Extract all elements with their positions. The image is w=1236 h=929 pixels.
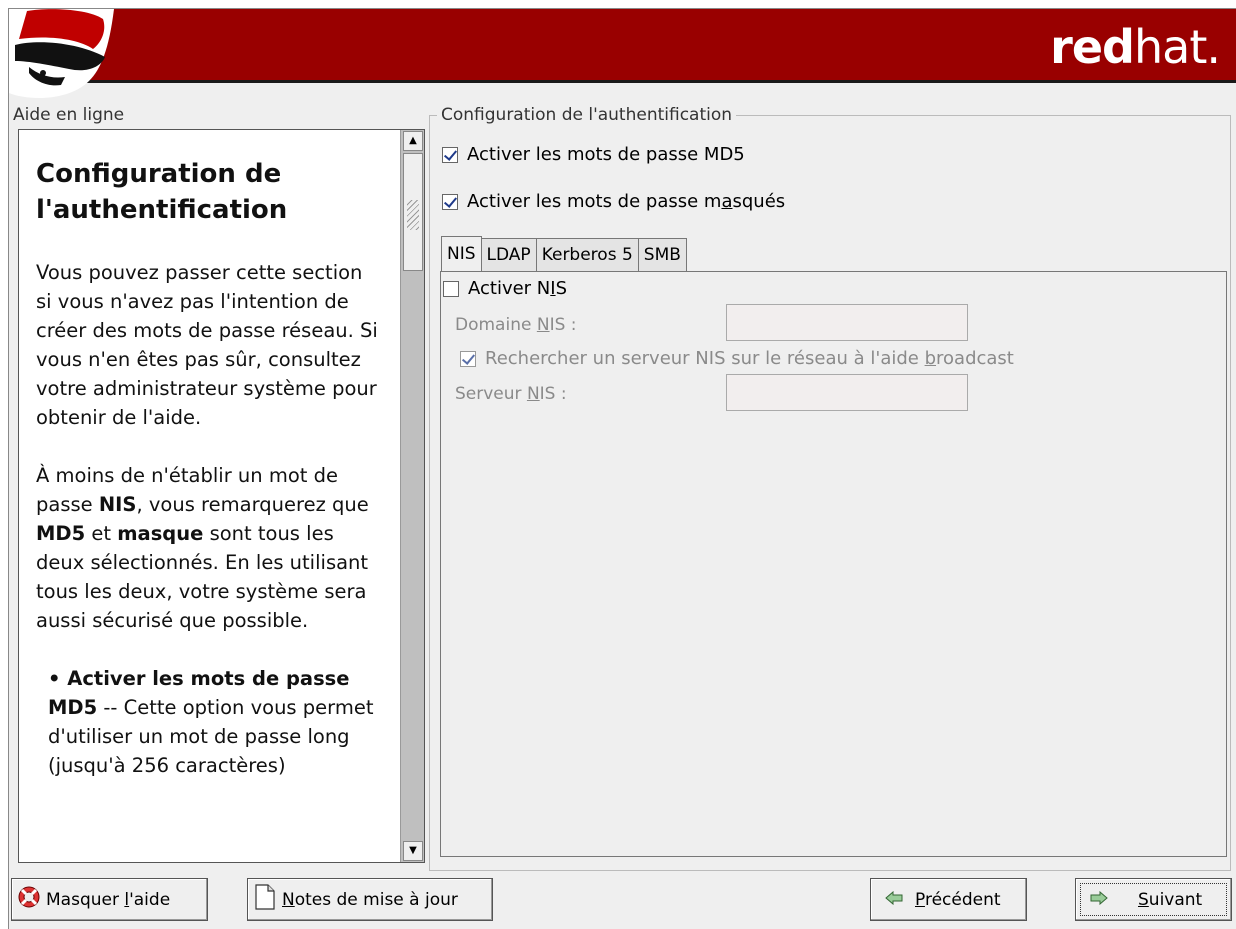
- document-icon: [254, 884, 276, 915]
- help-bullet-md5: • Activer les mots de passe MD5 -- Cette…: [48, 667, 374, 777]
- help-content: Configuration de l'authentification Vous…: [19, 130, 394, 862]
- help-panel: Configuration de l'authentification Vous…: [18, 129, 425, 863]
- scroll-up-button[interactable]: ▲: [403, 131, 423, 151]
- nis-server-input[interactable]: [726, 374, 968, 411]
- nis-enable-checkbox[interactable]: [443, 280, 459, 297]
- md5-checkbox[interactable]: [442, 146, 458, 163]
- nis-server-label: Serveur NIS :: [455, 384, 567, 404]
- scroll-down-button[interactable]: ▼: [403, 841, 423, 861]
- release-notes-label: Notes de mise à jour: [282, 889, 458, 910]
- focus-ring: [1080, 883, 1227, 916]
- md5-label: Activer les mots de passe MD5: [467, 144, 745, 165]
- arrow-left-icon: [885, 890, 903, 910]
- nis-enable-label: Activer NIS: [468, 278, 568, 299]
- help-paragraph-2: À moins de n'établir un mot de passe NIS…: [36, 464, 369, 632]
- scroll-thumb[interactable]: [403, 153, 423, 271]
- lifebuoy-icon: [18, 886, 40, 913]
- nis-broadcast-row[interactable]: Rechercher un serveur NIS sur le réseau …: [460, 348, 1014, 369]
- md5-checkbox-row[interactable]: Activer les mots de passe MD5: [442, 144, 745, 165]
- shadow-label: Activer les mots de passe masqués: [467, 191, 786, 212]
- redhat-shadowman-logo: [9, 9, 119, 101]
- hide-help-button[interactable]: Masquer l'aide: [11, 878, 208, 921]
- auth-config-legend: Configuration de l'authentification: [437, 105, 737, 125]
- nis-domain-input[interactable]: [726, 304, 968, 341]
- tab-ldap[interactable]: LDAP: [480, 238, 537, 271]
- shadow-checkbox-row[interactable]: Activer les mots de passe masqués: [442, 191, 785, 212]
- help-title: Configuration de l'authentification: [36, 159, 288, 225]
- release-notes-button[interactable]: Notes de mise à jour: [247, 878, 493, 921]
- back-button[interactable]: Précédent: [870, 878, 1027, 921]
- tab-smb[interactable]: SMB: [637, 238, 687, 271]
- help-paragraph-1: Vous pouvez passer cette section si vous…: [36, 261, 378, 429]
- nis-domain-label: Domaine NIS :: [455, 315, 577, 335]
- tab-nis[interactable]: NIS: [441, 236, 482, 271]
- installer-window: redhat. Aide en ligne Configuration de l…: [8, 8, 1236, 929]
- help-panel-label: Aide en ligne: [13, 105, 125, 125]
- nis-broadcast-checkbox[interactable]: [460, 350, 476, 367]
- back-label: Précédent: [915, 889, 1001, 910]
- nis-broadcast-label: Rechercher un serveur NIS sur le réseau …: [485, 348, 1014, 369]
- redhat-brand-logo: redhat.: [1050, 20, 1221, 74]
- nis-enable-row[interactable]: Activer NIS: [443, 278, 567, 299]
- auth-tabs: NIS LDAP Kerberos 5 SMB: [441, 236, 687, 271]
- grip-icon: [407, 200, 419, 230]
- tab-kerberos[interactable]: Kerberos 5: [535, 238, 639, 271]
- hide-help-label: Masquer l'aide: [46, 889, 171, 910]
- help-scrollbar[interactable]: ▲ ▼: [400, 130, 424, 862]
- next-button[interactable]: Suivant: [1075, 878, 1232, 921]
- shadow-checkbox[interactable]: [442, 193, 458, 210]
